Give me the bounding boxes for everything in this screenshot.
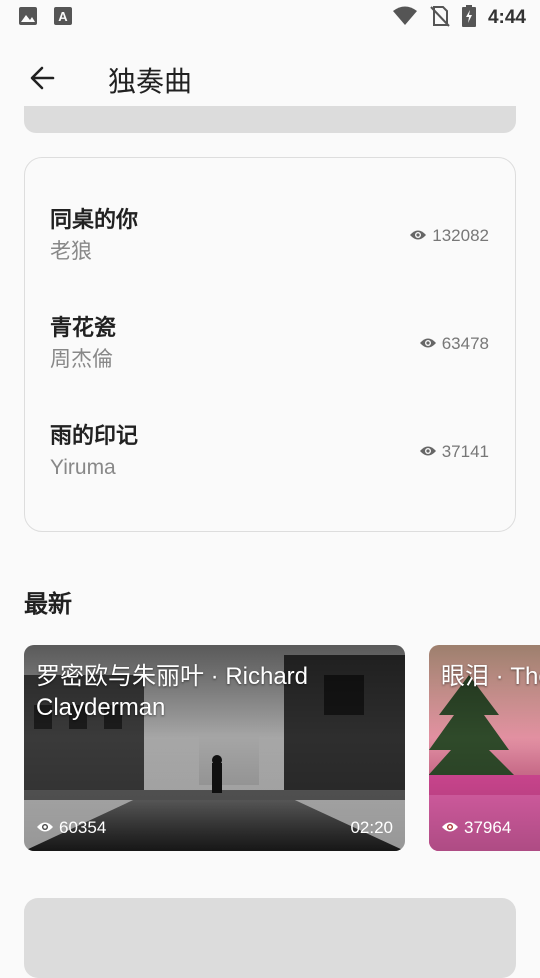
arrow-left-icon	[28, 64, 56, 96]
status-bar: A 4:44	[0, 0, 540, 36]
banner-placeholder	[24, 106, 516, 133]
svg-text:A: A	[58, 9, 68, 24]
video-views: 37964	[441, 818, 511, 838]
song-item[interactable]: 同桌的你 老狼 132082	[50, 201, 489, 271]
video-duration: 02:20	[350, 818, 393, 837]
views-count: 132082	[432, 226, 489, 245]
battery-charging-icon	[461, 5, 476, 31]
eye-icon	[441, 818, 459, 838]
video-title: 罗密欧与朱丽叶 · Richard Clayderman	[36, 663, 309, 721]
song-title: 雨的印记	[50, 424, 139, 449]
song-title: 青花瓷	[50, 316, 117, 341]
image-icon	[18, 6, 38, 30]
eye-icon	[419, 442, 437, 462]
text-a-icon: A	[54, 6, 72, 30]
eye-icon	[419, 334, 437, 354]
song-artist: 周杰倫	[50, 348, 113, 371]
song-item[interactable]: 雨的印记 Yiruma 37141	[50, 417, 489, 487]
views-count: 37141	[441, 442, 489, 461]
popular-songs-card: 同桌的你 老狼 132082 青花瓷 周杰倫 63478 雨的印记 Yiruma	[24, 157, 516, 532]
video-views: 60354	[36, 818, 106, 838]
views-count: 37964	[464, 818, 512, 837]
clock: 4:44	[487, 7, 526, 28]
song-title: 同桌的你	[50, 208, 139, 233]
video-card[interactable]: 罗密欧与朱丽叶 · Richard Clayderman 60354 02:20	[24, 645, 405, 851]
views-count: 60354	[59, 818, 107, 837]
song-item[interactable]: 青花瓷 周杰倫 63478	[50, 309, 489, 379]
video-title: 眼泪 · The	[441, 663, 540, 690]
song-views: 63478	[419, 334, 489, 354]
video-card[interactable]: 眼泪 · The 37964	[429, 645, 540, 851]
song-views: 37141	[419, 442, 489, 462]
eye-icon	[409, 226, 427, 246]
song-artist: 老狼	[50, 240, 92, 263]
back-button[interactable]	[14, 52, 70, 108]
song-artist: Yiruma	[50, 456, 116, 479]
views-count: 63478	[441, 334, 489, 353]
song-views: 132082	[409, 226, 489, 246]
page-title: 独奏曲	[108, 65, 193, 98]
content-placeholder	[24, 898, 516, 978]
section-title-latest: 最新	[24, 590, 72, 618]
eye-icon	[36, 818, 54, 838]
no-sim-icon	[430, 5, 450, 31]
latest-video-rail[interactable]: 罗密欧与朱丽叶 · Richard Clayderman 60354 02:20	[24, 645, 540, 851]
wifi-icon	[392, 6, 418, 30]
